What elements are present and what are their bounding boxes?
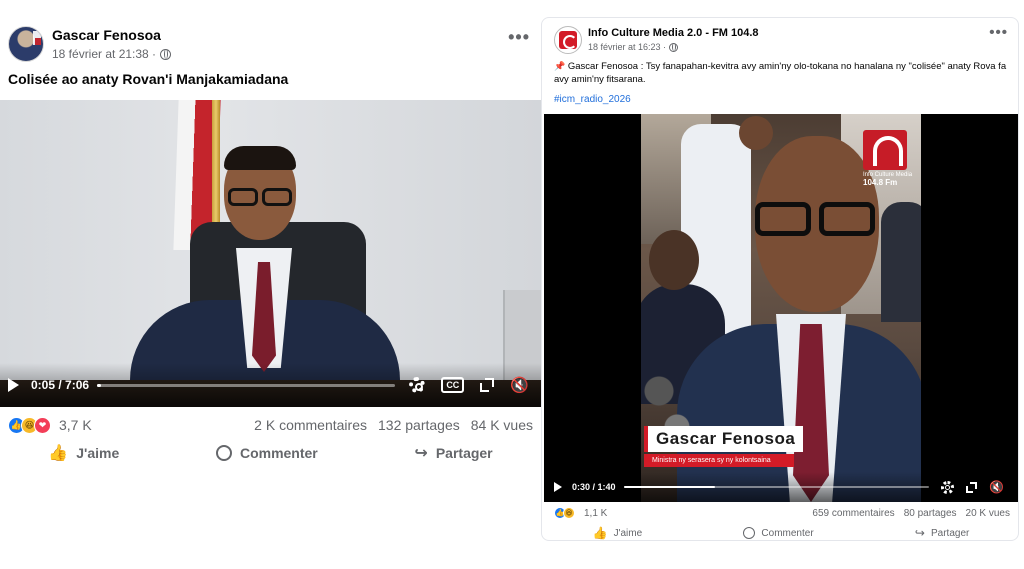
view-count: 84 K vues xyxy=(470,417,533,433)
author-name[interactable]: Gascar Fenosoa xyxy=(52,27,161,43)
author-avatar[interactable] xyxy=(8,26,44,62)
haha-reaction-icon: 😆 xyxy=(563,507,575,519)
like-button[interactable]: 👍 J'aime xyxy=(593,526,643,540)
right-post: Info Culture Media 2.0 - FM 104.8 18 fév… xyxy=(541,17,1019,541)
view-count: 20 K vues xyxy=(965,507,1010,519)
comment-icon xyxy=(215,445,232,461)
share-button[interactable]: ↪ Partager xyxy=(414,443,492,463)
video-time: 0:05 / 7:06 xyxy=(31,378,90,392)
watermark-logo-icon xyxy=(863,130,907,170)
share-arrow-icon: ↪ xyxy=(414,445,428,462)
post-actions: 👍 J'aime Commenter ↪ Partager xyxy=(542,525,1018,540)
post-stats: 👍 😆 ❤ 3,7 K 2 K commentaires 132 partage… xyxy=(8,415,533,435)
post-stats: 👍 😆 1,1 K 659 commentaires 80 partages 2… xyxy=(554,506,1010,520)
mute-icon[interactable]: 🔇 xyxy=(989,480,1004,494)
settings-gear-icon[interactable] xyxy=(941,480,955,494)
video-progress-fill xyxy=(97,383,101,387)
comment-icon xyxy=(743,527,756,539)
video-time: 0:30 / 1:40 xyxy=(572,482,616,492)
post-timestamp[interactable]: 18 février at 16:23 · xyxy=(588,42,666,52)
more-options-icon[interactable]: ••• xyxy=(508,28,530,46)
video-player[interactable]: 0:05 / 7:06 CC 🔇 xyxy=(0,100,541,407)
share-count[interactable]: 132 partages xyxy=(378,417,460,433)
fullscreen-icon[interactable] xyxy=(966,481,978,493)
reaction-icons[interactable]: 👍 😆 xyxy=(554,507,575,519)
thumbs-up-icon: 👍 xyxy=(592,526,608,540)
post-meta: 18 février at 16:23 · xyxy=(588,42,679,52)
more-options-icon[interactable]: ••• xyxy=(989,25,1008,40)
comment-count[interactable]: 659 commentaires xyxy=(812,508,894,519)
post-timestamp[interactable]: 18 février at 21:38 · xyxy=(52,47,156,61)
comment-count[interactable]: 2 K commentaires xyxy=(254,417,367,433)
pushpin-icon: 📌 xyxy=(554,61,566,71)
video-progress-bar[interactable] xyxy=(97,383,396,387)
thumbs-up-icon: 👍 xyxy=(48,445,69,462)
share-button[interactable]: ↪ Partager xyxy=(915,526,969,540)
channel-watermark: Info Culture Media 104.8 Fm xyxy=(863,130,913,187)
left-post: Gascar Fenosoa 18 février at 21:38 · •••… xyxy=(0,0,541,569)
play-icon[interactable] xyxy=(8,378,19,392)
globe-icon xyxy=(160,48,172,60)
comment-button[interactable]: Commenter xyxy=(743,527,814,539)
post-actions: 👍 J'aime Commenter ↪ Partager xyxy=(0,440,541,466)
fullscreen-icon[interactable] xyxy=(480,378,495,392)
love-reaction-icon: ❤ xyxy=(34,416,51,434)
like-button[interactable]: 👍 J'aime xyxy=(48,443,119,463)
share-arrow-icon: ↪ xyxy=(914,526,925,540)
video-player[interactable]: Info Culture Media 104.8 Fm Gascar Fenos… xyxy=(544,114,1018,502)
video-controls: 0:05 / 7:06 CC 🔇 xyxy=(0,363,541,407)
settings-gear-icon[interactable] xyxy=(409,377,426,393)
share-count[interactable]: 80 partages xyxy=(904,508,957,519)
reaction-count[interactable]: 3,7 K xyxy=(59,417,92,433)
post-meta: 18 février at 21:38 · xyxy=(52,47,172,61)
video-progress-fill xyxy=(623,486,716,488)
lower-third-subtitle: Ministra ny serasera sy ny kolontsaina xyxy=(644,454,794,467)
radio-logo-icon xyxy=(559,31,577,49)
lower-third-name: Gascar Fenosoa xyxy=(644,426,804,452)
post-caption: Colisée ao anaty Rovan'i Manjakamiadana xyxy=(8,71,289,87)
post-caption: 📌 Gascar Fenosoa : Tsy fanapahan-kevitra… xyxy=(554,60,1009,86)
post-header: Gascar Fenosoa 18 février at 21:38 · ••• xyxy=(8,24,538,64)
play-icon[interactable] xyxy=(554,482,562,492)
page-avatar[interactable] xyxy=(554,26,582,54)
comment-button[interactable]: Commenter xyxy=(215,445,318,461)
caption-text: Gascar Fenosoa : Tsy fanapahan-kevitra a… xyxy=(554,61,1007,85)
globe-icon xyxy=(669,42,679,52)
captions-icon[interactable]: CC xyxy=(441,377,465,393)
video-progress-bar[interactable] xyxy=(623,486,930,488)
reaction-count[interactable]: 1,1 K xyxy=(584,508,607,519)
video-controls: 0:30 / 1:40 🔇 xyxy=(544,472,1018,502)
page-name[interactable]: Info Culture Media 2.0 - FM 104.8 xyxy=(588,27,759,39)
mute-icon[interactable]: 🔇 xyxy=(510,376,529,394)
hashtag-link[interactable]: #icm_radio_2026 xyxy=(554,94,631,105)
reaction-icons[interactable]: 👍 😆 ❤ xyxy=(8,416,51,434)
lower-third: Gascar Fenosoa Ministra ny serasera sy n… xyxy=(644,426,804,467)
